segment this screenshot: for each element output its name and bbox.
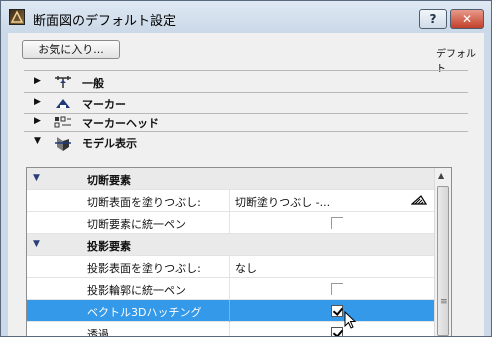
vertical-scrollbar[interactable]: ▲ ≡ <box>434 168 451 336</box>
property-value[interactable]: なし <box>235 260 257 276</box>
cell-divider <box>229 190 230 212</box>
property-label: ベクトル3Dハッチング <box>87 306 202 319</box>
general-settings-icon <box>54 75 72 89</box>
cell-divider <box>229 278 230 300</box>
scrollbar-thumb[interactable]: ≡ <box>437 186 449 336</box>
favorites-button[interactable]: お気に入り... <box>22 40 120 59</box>
collapse-triangle-icon[interactable]: ▼ <box>33 173 40 183</box>
marker-icon <box>54 96 72 110</box>
section-label: モデル表示 <box>82 137 137 150</box>
property-value[interactable]: 切断塗りつぶし -... <box>235 194 330 210</box>
section-label: マーカーヘッド <box>82 117 159 130</box>
expand-arrow-icon[interactable]: ▶ <box>34 97 41 107</box>
cell-divider <box>229 322 230 336</box>
divider <box>24 70 468 71</box>
uniform-pen-checkbox[interactable] <box>331 217 343 229</box>
window-title: 断面図のデフォルト設定 <box>33 14 177 29</box>
collapse-triangle-icon[interactable]: ▼ <box>33 239 40 249</box>
cell-divider <box>229 300 230 322</box>
section-general[interactable]: ▶ 一般 <box>24 73 468 91</box>
section-label: 一般 <box>82 77 104 90</box>
expand-arrow-icon[interactable]: ▶ <box>34 76 41 86</box>
fill-pattern-icon[interactable] <box>410 194 428 209</box>
close-button[interactable]: ✕ <box>450 9 484 29</box>
group-row-projected-elements[interactable]: ▼ 投影要素 <box>27 234 451 256</box>
transparency-checkbox[interactable] <box>331 327 343 336</box>
section-model-display[interactable]: ▼ モデル表示 <box>24 133 468 151</box>
divider <box>24 92 468 93</box>
dialog-content: お気に入り... デフォルト ▶ 一般 ▶ マーカー ▶ マーカーヘッド <box>8 33 484 336</box>
vector-hatching-checkbox[interactable] <box>331 305 343 317</box>
property-row-transparency[interactable]: 透過 <box>27 322 451 336</box>
expand-arrow-icon[interactable]: ▶ <box>34 116 41 126</box>
help-button[interactable]: ? <box>419 9 447 29</box>
section-marker-head[interactable]: ▶ マーカーヘッド <box>24 113 468 131</box>
model-display-icon <box>54 135 72 151</box>
group-label: 切断要素 <box>87 174 131 187</box>
property-row-projected-fill[interactable]: 投影表面を塗りつぶし: なし <box>27 256 451 278</box>
app-icon <box>9 9 25 25</box>
property-row-cut-pen[interactable]: 切断要素に統一ペン <box>27 212 451 234</box>
title-bar[interactable]: 断面図のデフォルト設定 ? ✕ <box>1 1 491 33</box>
property-label: 切断要素に統一ペン <box>87 218 186 231</box>
cell-divider <box>229 212 230 234</box>
cell-divider <box>229 256 230 278</box>
properties-panel: ▼ 切断要素 切断表面を塗りつぶし: 切断塗りつぶし -... 切断要素に統一ペ… <box>26 167 452 336</box>
scroll-up-arrow-icon[interactable]: ▲ <box>438 171 444 180</box>
divider <box>24 131 468 132</box>
property-row-cut-fill[interactable]: 切断表面を塗りつぶし: 切断塗りつぶし -... <box>27 190 451 212</box>
mouse-cursor-icon <box>344 311 357 329</box>
property-label: 切断表面を塗りつぶし: <box>87 196 201 209</box>
uniform-pen-checkbox[interactable] <box>331 283 343 295</box>
collapse-arrow-icon[interactable]: ▼ <box>34 136 41 146</box>
section-label: マーカー <box>82 98 126 111</box>
property-row-projected-pen[interactable]: 投影輪郭に統一ペン <box>27 278 451 300</box>
group-row-cut-elements[interactable]: ▼ 切断要素 <box>27 168 451 190</box>
marker-head-icon <box>54 115 72 129</box>
property-label: 投影輪郭に統一ペン <box>87 284 186 297</box>
group-label: 投影要素 <box>87 240 131 253</box>
dialog-window: 断面図のデフォルト設定 ? ✕ お気に入り... デフォルト ▶ 一般 ▶ マー… <box>0 0 492 337</box>
property-row-vector-hatching[interactable]: ベクトル3Dハッチング <box>27 300 451 322</box>
section-marker[interactable]: ▶ マーカー <box>24 94 468 112</box>
property-label: 透過 <box>87 328 109 336</box>
property-label: 投影表面を塗りつぶし: <box>87 262 201 275</box>
grip-icon: ≡ <box>440 297 448 307</box>
